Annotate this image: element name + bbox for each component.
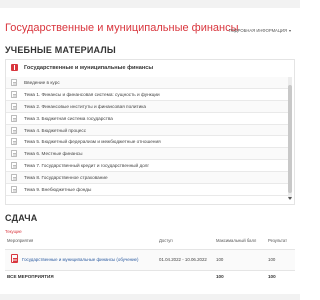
materials-panel: Государственные и муниципальные финансы …: [5, 59, 295, 205]
activity-result: 100: [268, 257, 276, 262]
table-row[interactable]: Государственные и муниципальные финансы …: [5, 249, 295, 271]
document-icon: [11, 114, 17, 122]
materials-header[interactable]: Государственные и муниципальные финансы: [6, 60, 294, 75]
topic-list: Введение в курс Тема 1. Финансы и финанс…: [6, 77, 288, 204]
topic-label: Тема 8. Государственное страхование: [24, 175, 108, 181]
scrollbar-thumb[interactable]: [288, 85, 292, 193]
column-activity: Мероприятия: [7, 238, 34, 243]
topic-item[interactable]: Введение в курс: [6, 77, 288, 89]
chevron-down-icon: ▾: [288, 28, 291, 33]
topic-item[interactable]: Тема 7. Государственный кредит и государ…: [6, 160, 288, 173]
topic-item[interactable]: Тема 3. Бюджетная система государства: [6, 112, 288, 125]
total-result: 100: [268, 274, 276, 279]
total-label: ВСЕ МЕРОПРИЯТИЯ: [7, 274, 54, 279]
topic-item[interactable]: Тема 4. Бюджетный процесс: [6, 124, 288, 137]
course-title: Государственные и муниципальные финансы: [5, 22, 239, 34]
assignment-icon: [11, 254, 18, 263]
page-background: Государственные и муниципальные финансы …: [0, 0, 300, 300]
total-row: ВСЕ МЕРОПРИЯТИЯ 100 100: [5, 274, 295, 283]
topic-item[interactable]: Тема 9. Внебюджетные фонды: [6, 184, 288, 196]
document-icon: [11, 126, 17, 134]
topic-label: Тема 1. Финансы и финансовая система: су…: [24, 91, 160, 97]
activity-access: 01.04.2022 - 10.06.2022: [159, 257, 207, 262]
topic-label: Тема 5. Бюджетный федерализм и межбюджет…: [24, 139, 161, 145]
column-max-score: Максимальный балл: [216, 238, 257, 243]
topic-label: Тема 4. Бюджетный процесс: [24, 127, 87, 133]
topic-item[interactable]: Тема 6. Местные финансы: [6, 148, 288, 161]
topic-label: Тема 6. Местные финансы: [24, 151, 83, 157]
topic-item[interactable]: Тема 8. Государственное страхование: [6, 172, 288, 185]
document-icon: [11, 78, 17, 86]
column-access: Доступ: [159, 238, 173, 243]
topic-label: Тема 3. Бюджетная система государства: [24, 115, 113, 121]
submission-section-title: СДАЧА: [5, 213, 38, 223]
topic-item[interactable]: Тема 2. Финансовые институты и финансова…: [6, 100, 288, 113]
topic-scrollbar[interactable]: [288, 77, 292, 199]
topic-label: Тема 7. Государственный кредит и государ…: [24, 163, 150, 169]
topic-item[interactable]: Тема 1. Финансы и финансовая система: су…: [6, 88, 288, 101]
topic-label: Тема 2. Финансовые институты и финансова…: [24, 103, 146, 109]
submission-panel: Текущие Мероприятия Доступ Максимальный …: [5, 226, 295, 288]
book-icon: [11, 64, 18, 71]
document-icon: [11, 90, 17, 98]
topic-label: Введение в курс: [24, 79, 60, 85]
scroll-down-arrow-icon[interactable]: [288, 197, 292, 200]
detail-info-label: ПОДРОБНАЯ ИНФОРМАЦИЯ: [228, 28, 287, 33]
current-filter-link[interactable]: Текущие: [5, 229, 22, 234]
materials-header-label: Государственные и муниципальные финансы: [24, 64, 154, 71]
topic-item[interactable]: Тема 5. Бюджетный федерализм и межбюджет…: [6, 136, 288, 149]
activity-name[interactable]: Государственные и муниципальные финансы …: [22, 257, 138, 262]
table-header: Мероприятия Доступ Максимальный балл Рез…: [5, 238, 295, 246]
detail-info-link[interactable]: ПОДРОБНАЯ ИНФОРМАЦИЯ ▾: [229, 28, 291, 33]
document-icon: [11, 102, 17, 110]
materials-section-title: УЧЕБНЫЕ МАТЕРИАЛЫ: [5, 45, 116, 55]
document-icon: [11, 174, 17, 182]
topic-label: Тема 9. Внебюджетные фонды: [24, 186, 92, 192]
document-icon: [11, 138, 17, 146]
activity-max-score: 100: [216, 257, 224, 262]
course-card: Государственные и муниципальные финансы …: [0, 8, 300, 294]
column-result: Результат: [268, 238, 288, 243]
total-max-score: 100: [216, 274, 224, 279]
document-icon: [11, 150, 17, 158]
document-icon: [11, 162, 17, 170]
document-icon: [11, 185, 17, 193]
